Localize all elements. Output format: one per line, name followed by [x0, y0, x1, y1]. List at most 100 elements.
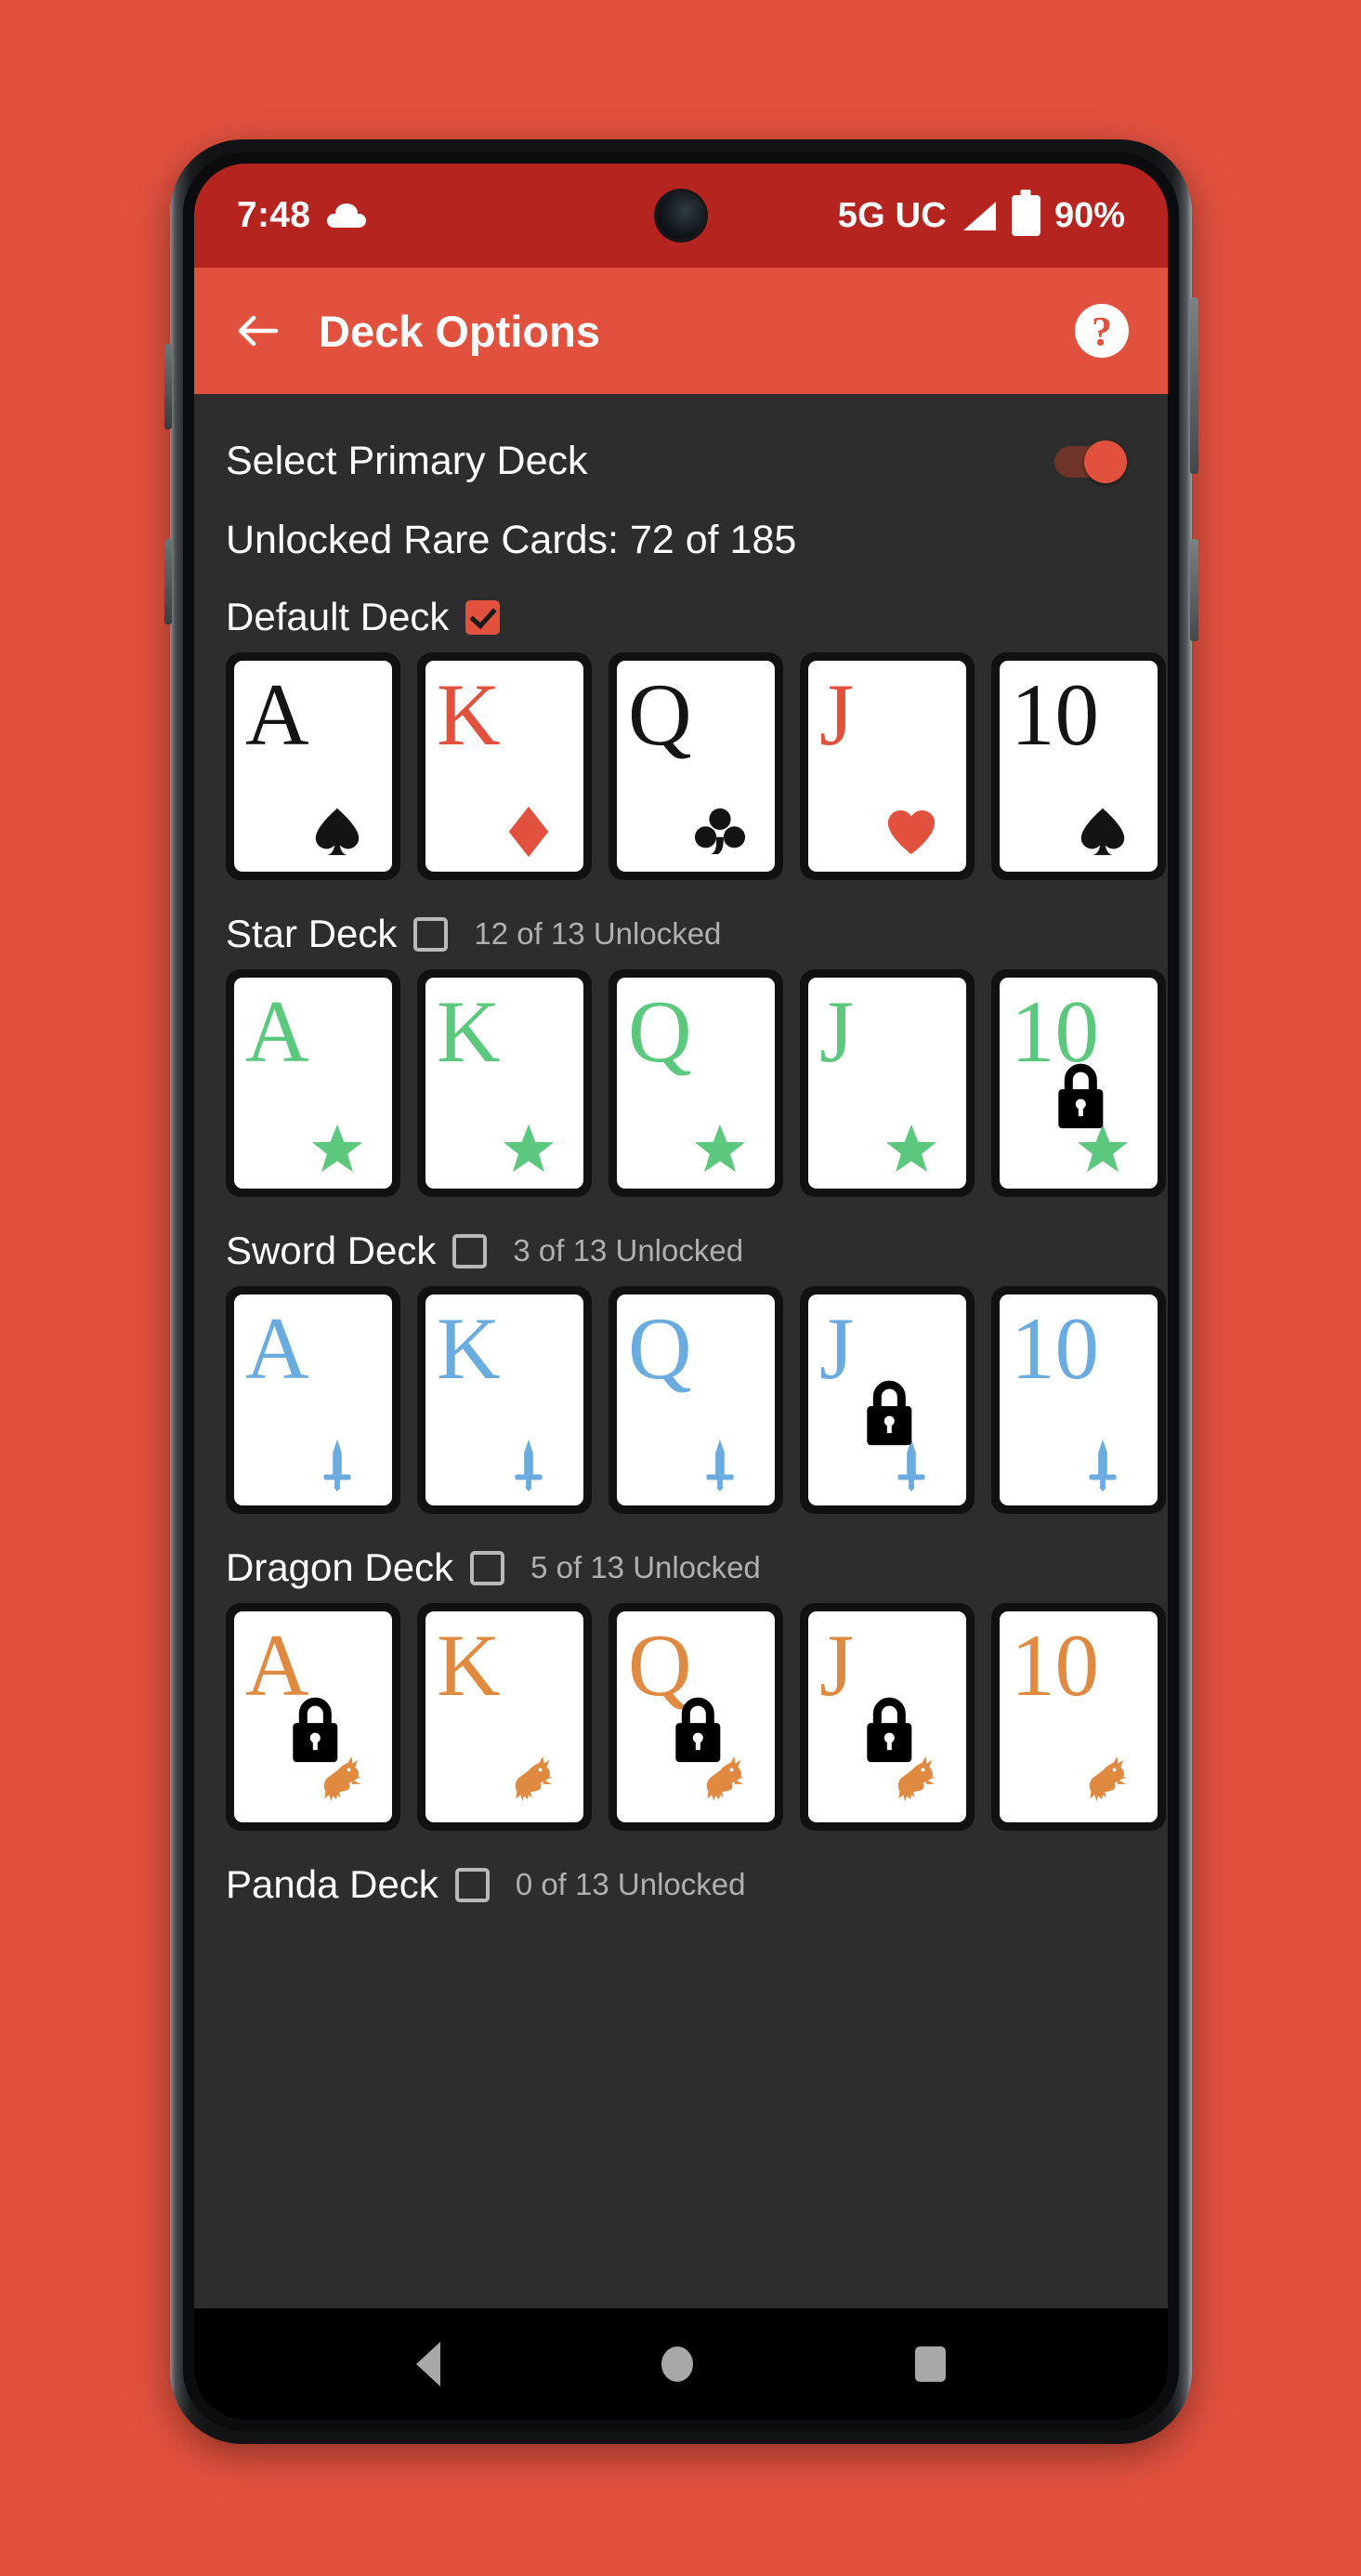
card-rank-label: 10 — [1011, 1616, 1099, 1715]
dragon-icon — [515, 1755, 554, 1802]
primary-deck-toggle[interactable] — [1054, 440, 1127, 483]
app-bar: Deck Options ? — [194, 268, 1168, 394]
playing-card[interactable]: K — [417, 1286, 592, 1514]
card-rank-label: J — [819, 665, 854, 764]
card-rank-label: 10 — [1011, 1299, 1099, 1398]
nav-recents-icon[interactable] — [914, 2346, 946, 2382]
star-icon — [885, 1124, 937, 1173]
playing-card[interactable]: A — [226, 969, 400, 1197]
card-face: A — [234, 1611, 392, 1822]
playing-card[interactable]: 10 — [991, 1286, 1166, 1514]
playing-card[interactable]: A — [226, 1286, 400, 1514]
lock-icon — [293, 1697, 338, 1762]
playing-card[interactable]: Q — [609, 969, 783, 1197]
card-face: Q — [617, 978, 775, 1189]
star-icon — [311, 1124, 363, 1173]
playing-card[interactable]: J — [800, 1286, 975, 1514]
status-bar-right: 5G UC 90% — [838, 195, 1125, 236]
card-rank-label: Q — [628, 665, 692, 764]
deck-section: Sword Deck 3 of 13 Unlocked A K Q J 10 — [226, 1229, 1168, 1514]
deck-options-content: Select Primary Deck Unlocked Rare Cards:… — [194, 394, 1168, 2308]
deck-name-label: Panda Deck — [226, 1862, 438, 1906]
playing-card[interactable]: Q — [609, 652, 783, 880]
deck-checkbox[interactable] — [454, 1867, 490, 1902]
deck-checkbox[interactable] — [413, 916, 449, 952]
card-face: A — [234, 661, 392, 872]
deck-name-label: Dragon Deck — [226, 1545, 454, 1589]
lock-icon — [1058, 1063, 1104, 1128]
sword-icon — [515, 1439, 543, 1492]
playing-card[interactable]: A — [226, 1603, 400, 1831]
card-rank-label: A — [245, 1299, 309, 1398]
playing-card[interactable]: Q — [609, 1286, 783, 1514]
playing-card[interactable]: 10 — [991, 969, 1166, 1197]
card-face: Q — [617, 661, 775, 872]
deck-section: Panda Deck 0 of 13 Unlocked — [226, 1862, 1168, 1920]
card-face: A — [234, 978, 392, 1189]
assistant-button[interactable] — [1190, 539, 1198, 641]
page-title: Deck Options — [319, 306, 600, 356]
sword-icon — [323, 1439, 351, 1492]
card-rank-label: 10 — [1011, 665, 1099, 764]
playing-card[interactable]: Q — [609, 1603, 783, 1831]
deck-header: Dragon Deck 5 of 13 Unlocked — [226, 1545, 1168, 1603]
playing-card[interactable]: J — [800, 652, 975, 880]
playing-card[interactable]: K — [417, 1603, 592, 1831]
deck-card-row: A K Q J 10 — [226, 1603, 1168, 1831]
phone-device-frame: 7:48 5G UC 90% Deck Options ? Select Pri… — [164, 139, 1198, 2444]
card-rank-label: Q — [628, 982, 692, 1081]
card-face: 10 — [1000, 1611, 1158, 1822]
playing-card[interactable]: K — [417, 652, 592, 880]
nav-home-icon[interactable] — [661, 2346, 694, 2382]
playing-card[interactable]: A — [226, 652, 400, 880]
card-rank-label: K — [437, 1299, 501, 1398]
back-arrow-icon[interactable] — [233, 307, 281, 355]
playing-card[interactable]: J — [800, 1603, 975, 1831]
card-face: A — [234, 1295, 392, 1505]
card-face: 10 — [1000, 1295, 1158, 1505]
deck-name-label: Default Deck — [226, 595, 450, 638]
card-face: K — [425, 978, 583, 1189]
dragon-icon — [897, 1755, 936, 1802]
volume-down-button[interactable] — [164, 539, 172, 624]
deck-unlocked-count: 12 of 13 Unlocked — [474, 916, 722, 951]
card-face: K — [425, 1611, 583, 1822]
card-face: J — [808, 1295, 966, 1505]
phone-bezel: 7:48 5G UC 90% Deck Options ? Select Pri… — [183, 152, 1179, 2431]
playing-card[interactable]: 10 — [991, 1603, 1166, 1831]
deck-header: Star Deck 12 of 13 Unlocked — [226, 912, 1168, 969]
deck-card-row: A K Q J 10 — [226, 1286, 1168, 1514]
deck-section: Default Deck A K Q J 10 — [226, 595, 1168, 880]
diamond-icon — [508, 806, 549, 858]
playing-card[interactable]: J — [800, 969, 975, 1197]
volume-up-button[interactable] — [164, 344, 172, 429]
card-face: 10 — [1000, 978, 1158, 1189]
network-type-label: 5G UC — [837, 195, 947, 235]
deck-checkbox[interactable] — [470, 1550, 505, 1585]
dragon-icon — [706, 1755, 745, 1802]
card-face: 10 — [1000, 661, 1158, 872]
spade-icon — [1080, 808, 1125, 856]
deck-header: Default Deck — [226, 595, 1168, 652]
dragon-icon — [323, 1755, 362, 1802]
deck-name-label: Star Deck — [226, 912, 398, 955]
card-rank-label: J — [819, 982, 854, 1081]
deck-header: Panda Deck 0 of 13 Unlocked — [226, 1862, 1168, 1920]
android-navigation-bar — [194, 2308, 1168, 2420]
deck-header: Sword Deck 3 of 13 Unlocked — [226, 1229, 1168, 1286]
card-rank-label: J — [819, 1299, 854, 1398]
playing-card[interactable]: K — [417, 969, 592, 1197]
nav-back-icon[interactable] — [416, 2342, 441, 2386]
help-icon[interactable]: ? — [1075, 304, 1129, 358]
sword-icon — [897, 1439, 925, 1492]
deck-unlocked-count: 3 of 13 Unlocked — [513, 1233, 744, 1268]
signal-bars-icon — [962, 201, 996, 230]
deck-checkbox[interactable] — [465, 599, 501, 635]
playing-card[interactable]: 10 — [991, 652, 1166, 880]
cloud-icon — [327, 204, 367, 228]
heart-icon — [887, 810, 936, 855]
deck-card-row: A K Q J 10 — [226, 969, 1168, 1197]
power-button[interactable] — [1190, 297, 1198, 474]
card-rank-label: K — [437, 665, 501, 764]
deck-checkbox[interactable] — [452, 1233, 488, 1268]
